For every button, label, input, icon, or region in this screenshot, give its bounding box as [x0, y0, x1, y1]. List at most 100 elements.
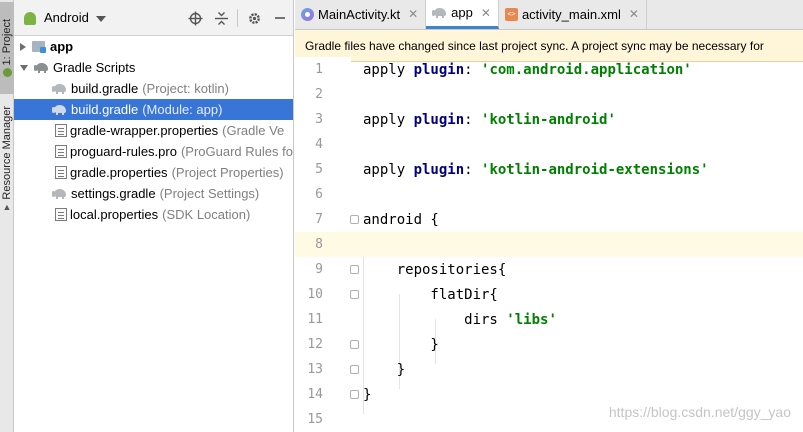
project-panel-toolbar — [182, 0, 293, 36]
code-text: } — [363, 387, 371, 403]
code-text: repositories{ — [363, 262, 507, 278]
tab-app[interactable]: app ✕ — [426, 0, 499, 29]
code-token: : — [464, 161, 482, 178]
line-number: 14 — [307, 387, 323, 402]
code-line[interactable]: 13 } — [295, 357, 803, 382]
fold-marker-icon[interactable] — [350, 290, 359, 299]
line-number: 10 — [307, 287, 323, 302]
properties-file-icon — [55, 166, 67, 179]
fold-marker-icon[interactable] — [350, 265, 359, 274]
code-line[interactable]: 10 flatDir{ — [295, 282, 803, 307]
settings-button[interactable] — [241, 6, 267, 30]
watermark: https://blog.csdn.net/ggy_yao — [608, 404, 791, 420]
code-text: } — [363, 337, 438, 353]
code-token: apply — [363, 161, 414, 178]
tree-item-label: proguard-rules.pro — [70, 144, 177, 159]
code-string: 'kotlin-android-extensions' — [481, 161, 709, 178]
code-string: 'kotlin-android' — [481, 111, 616, 128]
line-number: 13 — [307, 362, 323, 377]
code-token: flatDir{ — [363, 286, 498, 303]
line-number: 5 — [315, 162, 323, 177]
tree-item-app[interactable]: app — [14, 36, 293, 57]
code-line[interactable]: 7 android { — [295, 207, 803, 232]
properties-file-icon — [55, 124, 67, 137]
project-panel-header: Android — [14, 0, 293, 36]
tree-item-gradle-scripts[interactable]: Gradle Scripts — [14, 57, 293, 78]
close-icon[interactable]: ✕ — [629, 7, 639, 21]
tree-item-label: gradle.properties — [70, 165, 168, 180]
tree-item-local-properties[interactable]: local.properties (SDK Location) — [14, 204, 293, 225]
close-icon[interactable]: ✕ — [408, 7, 418, 21]
fold-end-icon[interactable] — [350, 340, 359, 349]
code-keyword: plugin — [413, 111, 465, 128]
code-line[interactable]: 12 } — [295, 332, 803, 357]
line-number: 8 — [315, 237, 323, 252]
properties-file-icon — [55, 208, 67, 221]
line-number: 7 — [315, 212, 323, 227]
tree-item-label: build.gradle — [71, 102, 139, 117]
resource-manager-icon: ▲ — [2, 201, 12, 212]
tree-item-hint: (Project Properties) — [171, 165, 284, 180]
line-number: 3 — [315, 112, 323, 127]
code-token: apply — [363, 111, 414, 128]
minimize-icon — [275, 17, 285, 19]
code-token: android { — [363, 211, 439, 228]
line-number: 15 — [307, 412, 323, 427]
chevron-right-icon[interactable] — [20, 42, 26, 51]
tree-item-label: gradle-wrapper.properties — [70, 123, 219, 138]
code-line[interactable]: 6 — [295, 182, 803, 207]
code-keyword: plugin — [413, 61, 465, 78]
code-line[interactable]: 4 — [295, 132, 803, 157]
fold-end-icon[interactable] — [350, 365, 359, 374]
chevron-down-icon[interactable] — [20, 64, 28, 71]
project-view-selector[interactable]: Android — [22, 10, 106, 25]
tree-item-hint: (Gradle Ve — [222, 123, 285, 138]
code-text: apply plugin: 'kotlin-android-extensions… — [363, 162, 709, 178]
kotlin-file-icon — [301, 7, 314, 21]
fold-end-icon[interactable] — [350, 390, 359, 399]
line-number: 4 — [315, 137, 323, 152]
tree-item-build-gradle-module[interactable]: build.gradle (Module: app) — [14, 99, 293, 120]
tree-item-gradle-properties[interactable]: gradle.properties (Project Properties) — [14, 162, 293, 183]
tree-item-label: settings.gradle — [71, 186, 156, 201]
code-string: 'com.android.application' — [481, 61, 692, 78]
crosshair-icon — [188, 11, 202, 25]
tree-item-settings-gradle[interactable]: settings.gradle (Project Settings) — [14, 183, 293, 204]
line-number: 1 — [315, 62, 323, 77]
tree-item-build-gradle-project[interactable]: build.gradle (Project: kotlin) — [14, 78, 293, 99]
xml-file-icon: <> — [504, 7, 518, 21]
code-token: } — [363, 386, 372, 403]
code-area[interactable]: 1 apply plugin: 'com.android.application'… — [295, 57, 803, 432]
close-icon[interactable]: ✕ — [481, 6, 491, 20]
text-file-icon — [55, 145, 67, 158]
code-line[interactable]: 9 repositories{ — [295, 257, 803, 282]
hide-panel-button[interactable] — [267, 6, 293, 30]
tab-activity-main-xml[interactable]: <> activity_main.xml ✕ — [499, 0, 647, 29]
code-line[interactable]: 2 — [295, 82, 803, 107]
code-line[interactable]: 5 apply plugin: 'kotlin-android-extension… — [295, 157, 803, 182]
locate-file-button[interactable] — [182, 6, 208, 30]
tree-item-gradle-wrapper-properties[interactable]: gradle-wrapper.properties (Gradle Ve — [14, 120, 293, 141]
code-text: apply plugin: 'com.android.application' — [363, 62, 692, 78]
code-line[interactable]: 11 dirs 'libs' — [295, 307, 803, 332]
code-line[interactable]: 1 apply plugin: 'com.android.application' — [295, 57, 803, 82]
project-tree: app Gradle Scripts build.gradle (Project… — [14, 36, 293, 225]
code-line[interactable]: 8 — [295, 232, 803, 257]
sync-notification-text: Gradle files have changed since last pro… — [305, 38, 764, 53]
line-number: 9 — [315, 262, 323, 277]
line-number: 2 — [315, 87, 323, 102]
project-tool-tab-label: 1: Project — [1, 19, 13, 66]
project-view-label: Android — [44, 10, 89, 25]
code-line[interactable]: 3 apply plugin: 'kotlin-android' — [295, 107, 803, 132]
collapse-all-button[interactable] — [208, 6, 234, 30]
gradle-icon — [432, 7, 448, 18]
project-tool-tab[interactable]: 1: Project — [0, 2, 14, 94]
fold-marker-icon[interactable] — [350, 215, 359, 224]
tab-mainactivity-kt[interactable]: MainActivity.kt ✕ — [295, 0, 427, 29]
tree-item-proguard-rules[interactable]: proguard-rules.pro (ProGuard Rules fo — [14, 141, 293, 162]
resource-manager-tab[interactable]: Resource Manager ▲ — [0, 100, 14, 218]
code-token: : — [464, 111, 482, 128]
tree-item-label: build.gradle — [71, 81, 139, 96]
tree-item-hint: (SDK Location) — [162, 207, 251, 222]
gear-icon — [248, 12, 260, 24]
